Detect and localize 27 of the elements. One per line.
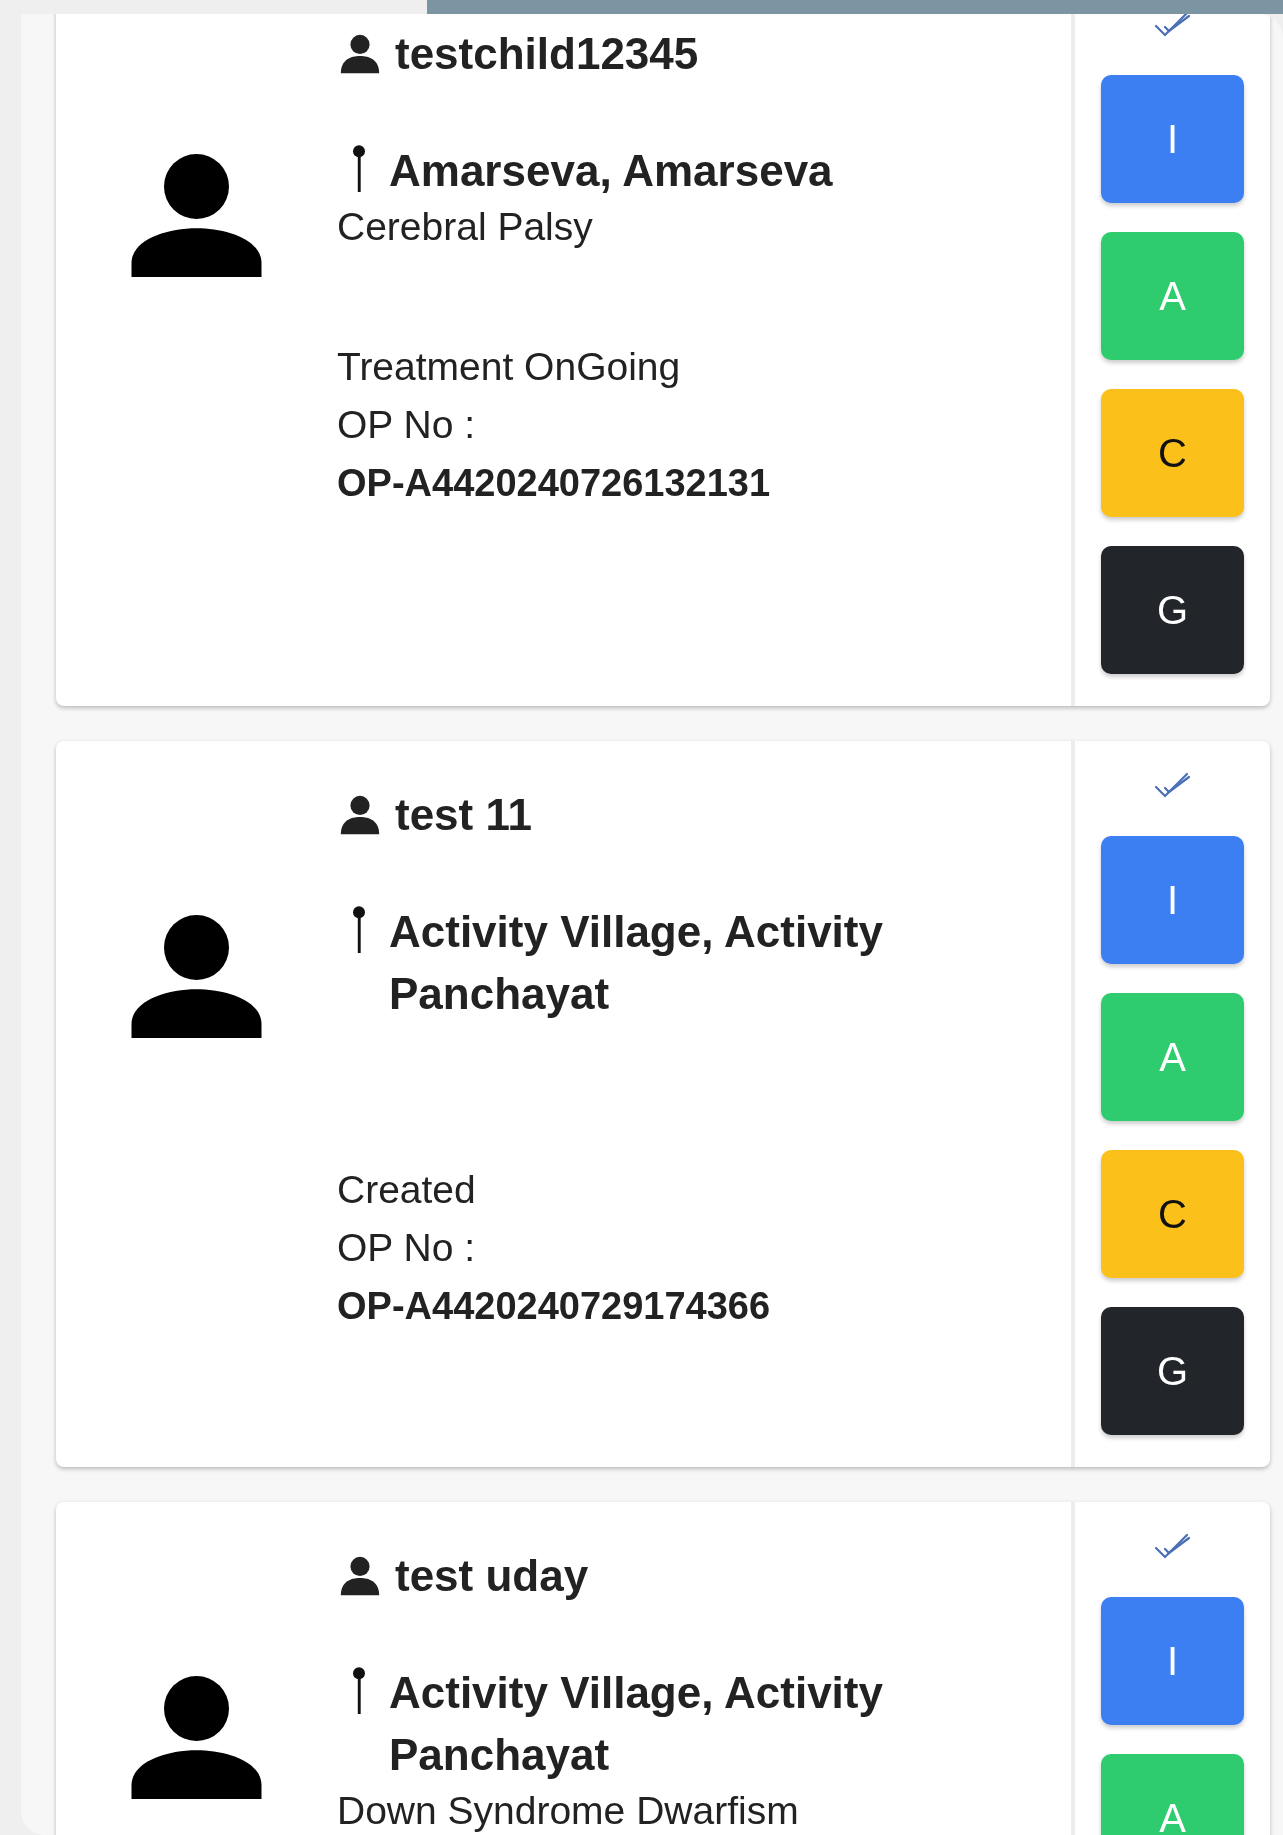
action-button[interactable]: I <box>1101 836 1244 964</box>
patient-location: Activity Village, Activity Panchayat <box>389 906 884 1020</box>
action-button[interactable]: A <box>1101 993 1244 1121</box>
patient-name: test uday <box>395 1551 589 1601</box>
action-button[interactable]: I <box>1101 75 1244 203</box>
pin-icon <box>351 905 367 953</box>
diagnosis-text: Down Syndrome Dwarfism <box>337 1789 799 1832</box>
patient-location: Amarseva, Amarseva <box>389 145 833 197</box>
patient-name: testchild12345 <box>395 29 699 79</box>
op-label: OP No : <box>337 402 476 448</box>
patient-location: Activity Village, Activity Panchayat <box>389 1667 884 1781</box>
action-button[interactable]: A <box>1101 1754 1244 1835</box>
action-button[interactable]: G <box>1101 1307 1244 1435</box>
action-button[interactable]: I <box>1101 1597 1244 1725</box>
op-number: OP-A4420240726132131 <box>337 461 772 506</box>
status-text: Created <box>337 1167 477 1213</box>
pin-icon <box>351 1666 367 1714</box>
op-number: OP-A4420240729174366 <box>337 1284 772 1329</box>
action-button[interactable]: A <box>1101 232 1244 360</box>
action-button[interactable]: G <box>1101 546 1244 674</box>
action-button[interactable]: C <box>1101 389 1244 517</box>
diagnosis-text: Cerebral Palsy <box>337 205 593 248</box>
pin-icon <box>351 144 367 192</box>
status-text: Treatment OnGoing <box>337 344 682 390</box>
patient-name: test 11 <box>395 790 532 840</box>
action-button[interactable]: C <box>1101 1150 1244 1278</box>
op-label: OP No : <box>337 1225 476 1271</box>
